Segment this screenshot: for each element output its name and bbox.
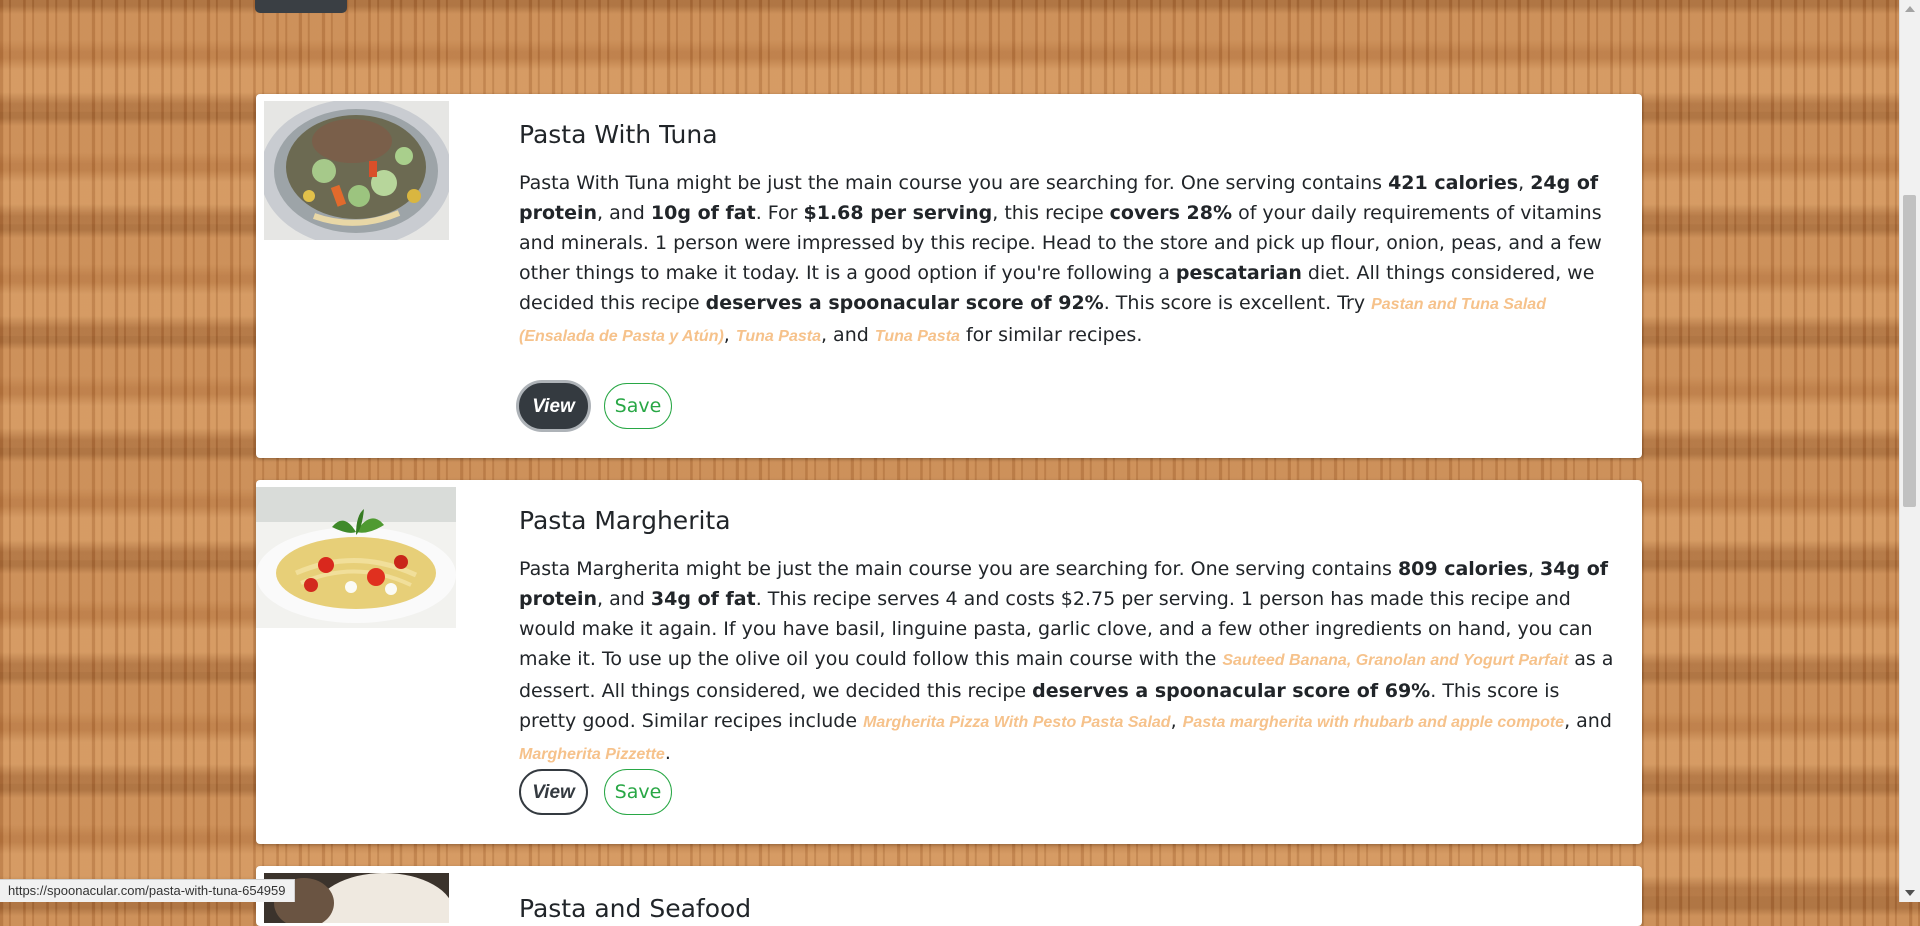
summary-highlight: pescatarian (1175, 262, 1302, 284)
similar-recipe-link[interactable]: Margherita Pizza With Pesto Pasta Salad (863, 714, 1171, 731)
recipe-summary: Pasta Margherita might be just the main … (519, 554, 1614, 770)
summary-text: , (1170, 710, 1183, 732)
similar-recipe-link[interactable]: Pasta margherita with rhubarb and apple … (1183, 714, 1564, 731)
view-button[interactable]: View (519, 769, 588, 815)
summary-text: Pasta Margherita might be just the main … (519, 558, 1398, 580)
recipe-title[interactable]: Pasta With Tuna (519, 120, 1614, 149)
save-button[interactable]: Save (604, 383, 672, 429)
recipe-image-pasta-margherita[interactable] (256, 487, 456, 628)
summary-highlight: deserves a spoonacular score of 69% (1032, 680, 1431, 702)
summary-text: , and (1564, 710, 1612, 732)
summary-text: . For (755, 202, 804, 224)
summary-text: , this recipe (992, 202, 1110, 224)
recipe-title[interactable]: Pasta Margherita (519, 506, 1614, 535)
summary-text: , (1518, 172, 1531, 194)
summary-text: , (723, 324, 736, 346)
recipe-summary: Pasta With Tuna might be just the main c… (519, 168, 1614, 352)
top-nav-tab[interactable] (255, 0, 347, 13)
view-button[interactable]: View (519, 383, 588, 429)
similar-recipe-link[interactable]: Tuna Pasta (875, 328, 960, 345)
summary-text: , and (820, 324, 875, 346)
summary-text: , and (597, 588, 651, 610)
recipe-title[interactable]: Pasta and Seafood (519, 894, 751, 923)
summary-highlight: covers 28% (1109, 202, 1233, 224)
summary-highlight: 421 calories (1388, 172, 1519, 194)
recipe-image-pasta-with-tuna[interactable] (264, 101, 449, 240)
summary-text: . (664, 742, 671, 764)
summary-text: . This score is excellent. Try (1103, 292, 1372, 314)
summary-highlight: 10g of fat (650, 202, 756, 224)
similar-recipe-link[interactable]: Sauteed Banana, Granolan and Yogurt Parf… (1222, 652, 1568, 669)
status-bar-url: https://spoonacular.com/pasta-with-tuna-… (0, 879, 295, 902)
recipe-card: Pasta With Tuna Pasta With Tuna might be… (256, 94, 1642, 458)
similar-recipe-link[interactable]: Tuna Pasta (736, 328, 821, 345)
save-button[interactable]: Save (604, 769, 672, 815)
summary-text: , and (597, 202, 651, 224)
recipe-card: Pasta and Seafood (256, 866, 1642, 926)
summary-highlight: $1.68 per serving (803, 202, 993, 224)
summary-text: Pasta With Tuna might be just the main c… (519, 172, 1389, 194)
summary-text: for similar recipes. (959, 324, 1143, 346)
similar-recipe-link[interactable]: Margherita Pizzette (519, 746, 665, 763)
recipe-card: Pasta Margherita Pasta Margherita might … (256, 480, 1642, 844)
scroll-down-arrow-icon[interactable] (1905, 890, 1915, 896)
summary-text: , (1527, 558, 1541, 580)
scrollbar-thumb[interactable] (1903, 195, 1916, 507)
vertical-scrollbar[interactable] (1899, 0, 1920, 902)
summary-highlight: 34g of fat (650, 588, 756, 610)
scroll-up-arrow-icon[interactable] (1905, 6, 1915, 12)
summary-highlight: deserves a spoonacular score of 92% (705, 292, 1104, 314)
summary-highlight: 809 calories (1397, 558, 1528, 580)
